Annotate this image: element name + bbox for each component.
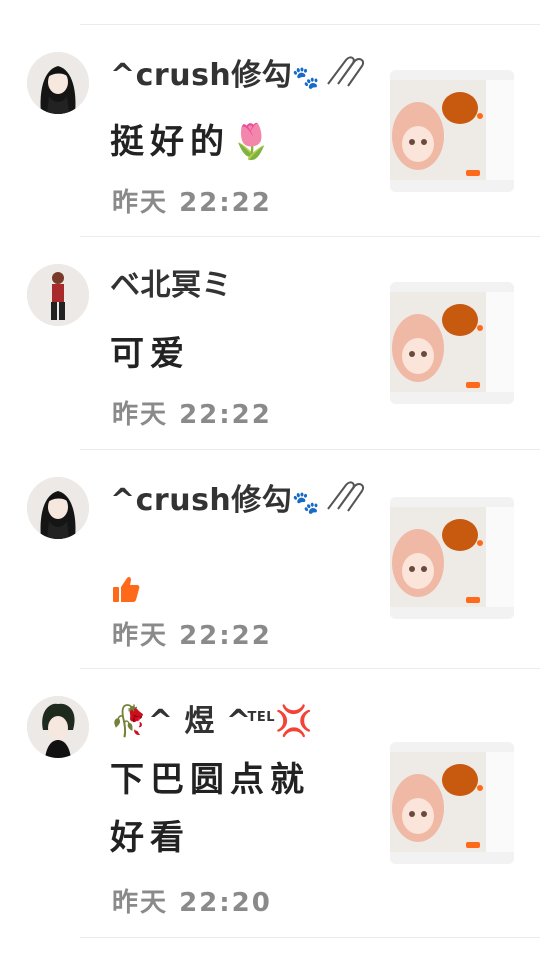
divider [80, 449, 540, 450]
time-value: 22:22 [179, 400, 272, 430]
comment-text: 挺好的🌷 [110, 122, 279, 162]
divider [80, 24, 540, 25]
date-label: 昨天 [112, 188, 169, 218]
username-decoration: 🐾 [292, 66, 321, 91]
username-text: ベ北冥ミ [110, 268, 232, 303]
time-value: 22:20 [179, 888, 272, 918]
time-value: 22:22 [179, 188, 272, 218]
date-label: 昨天 [112, 888, 169, 918]
username-suffix: 💢 [275, 704, 313, 739]
timestamp: 昨天 22:20 [112, 882, 272, 919]
timestamp: 昨天 22:22 [112, 615, 272, 652]
comment-text [110, 553, 142, 609]
username-prefix: 🥀^ 煜 ^ [110, 704, 252, 739]
date-label: 昨天 [112, 621, 169, 651]
avatar[interactable] [27, 264, 89, 326]
timestamp: 昨天 22:22 [112, 182, 272, 219]
username[interactable]: 🥀^ 煜 ^TEL💢 [110, 698, 313, 742]
comment-feed: ^crush修勾🐾 挺好的🌷 昨天 22:22 ベ北冥ミ 可爱 昨天 22:22… [0, 0, 540, 955]
comment-text-line1: 下巴圆点就 [110, 760, 310, 800]
username-tel: TEL [247, 710, 276, 725]
avatar[interactable] [27, 52, 89, 114]
time-value: 22:22 [179, 621, 272, 651]
post-thumbnail[interactable] [390, 742, 514, 864]
paperclip-icon [324, 54, 366, 99]
comment-text-line2: 好看 [110, 818, 190, 858]
username-text: ^crush修勾 [110, 58, 293, 93]
username-text: ^crush修勾 [110, 483, 293, 518]
post-thumbnail[interactable] [390, 282, 514, 404]
avatar[interactable] [27, 696, 89, 758]
username[interactable]: ^crush修勾🐾 [110, 54, 366, 99]
post-thumbnail[interactable] [390, 70, 514, 192]
post-thumbnail[interactable] [390, 497, 514, 619]
thumbs-up-icon [110, 567, 142, 602]
comment-text: 可爱 [110, 334, 190, 374]
paperclip-icon [324, 479, 366, 524]
username[interactable]: ベ北冥ミ [110, 266, 232, 306]
timestamp: 昨天 22:22 [112, 394, 272, 431]
date-label: 昨天 [112, 400, 169, 430]
username-decoration: 🐾 [292, 491, 321, 516]
avatar[interactable] [27, 477, 89, 539]
divider [80, 668, 540, 669]
divider [80, 236, 540, 237]
username[interactable]: ^crush修勾🐾 [110, 479, 366, 524]
divider [80, 937, 540, 938]
